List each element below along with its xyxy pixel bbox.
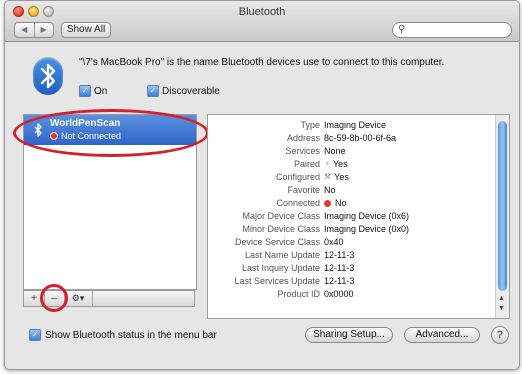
detail-value-text: Yes xyxy=(333,159,348,169)
detail-label: Device Service Class xyxy=(234,237,320,247)
detail-value: 0x0000 xyxy=(324,288,354,300)
action-menu-button[interactable]: ⚙▾ xyxy=(64,291,93,306)
detail-label: Product ID xyxy=(277,289,320,299)
paired-icon: ♀ xyxy=(324,159,330,168)
detail-row: Major Device Class Imaging Device (0x6) xyxy=(208,210,496,222)
detail-row: Favorite No xyxy=(208,184,496,196)
detail-row: Address 8c-59-8b-00-6f-6a xyxy=(208,132,496,144)
detail-value-text: 12-11-3 xyxy=(324,250,355,260)
detail-label: Connected xyxy=(276,198,320,208)
bluetooth-preferences-window: Bluetooth ◀ ▶ Show All ⚲ "\7's MacBook P… xyxy=(4,0,520,370)
detail-row: Configured ⚒ Yes xyxy=(208,171,496,183)
detail-value: Imaging Device xyxy=(324,119,386,131)
back-forward-control: ◀ ▶ xyxy=(14,22,54,38)
detail-row: Last Name Update 12-11-3 xyxy=(208,249,496,261)
show-menu-status-label: Show Bluetooth status in the menu bar xyxy=(45,329,217,341)
detail-row: Device Service Class 0x40 xyxy=(208,236,496,248)
advanced-button[interactable]: Advanced... xyxy=(404,327,480,343)
detail-row: Last Inquiry Update 12-11-3 xyxy=(208,262,496,274)
detail-value-text: 0x0000 xyxy=(324,289,354,299)
detail-label: Services xyxy=(285,146,320,156)
scrollbar-thumb[interactable] xyxy=(498,121,507,291)
sharing-setup-button[interactable]: Sharing Setup... xyxy=(305,327,393,343)
detail-value-text: 12-11-3 xyxy=(324,263,355,273)
title-bar: Bluetooth ◀ ▶ Show All ⚲ xyxy=(5,1,519,42)
show-all-button[interactable]: Show All xyxy=(61,22,111,38)
detail-label: Paired xyxy=(293,159,320,169)
detail-value: Imaging Device (0x6) xyxy=(324,210,409,222)
configured-icon: ⚒ xyxy=(324,172,332,181)
detail-label: Last Name Update xyxy=(244,250,320,260)
magnifier-icon: ⚲ xyxy=(398,24,406,35)
checkmark-icon: ✓ xyxy=(147,85,159,97)
annotation-circle xyxy=(40,284,68,312)
detail-row: Type Imaging Device xyxy=(208,119,496,131)
back-button[interactable]: ◀ xyxy=(15,23,35,37)
discoverable-label: Discoverable xyxy=(162,85,220,97)
on-label: On xyxy=(94,85,108,97)
on-checkbox[interactable]: ✓ On xyxy=(79,85,107,97)
detail-row: Services None xyxy=(208,145,496,157)
forward-button[interactable]: ▶ xyxy=(35,23,54,37)
detail-value: 12-11-3 xyxy=(324,262,354,274)
red-dot-icon xyxy=(324,199,331,207)
detail-value-text: 12-11-3 xyxy=(324,276,355,286)
detail-value-text: Imaging Device (0x6) xyxy=(324,211,410,221)
detail-row: Connected No xyxy=(208,197,496,209)
annotation-ellipse xyxy=(13,109,209,157)
detail-label: Minor Device Class xyxy=(242,224,320,234)
detail-row: Product ID 0x0000 xyxy=(208,288,496,300)
detail-value: ⚒ Yes xyxy=(324,171,349,183)
detail-label: Type xyxy=(300,120,320,130)
detail-value-text: 0x40 xyxy=(324,237,344,247)
detail-label: Last Services Update xyxy=(234,276,320,286)
detail-value-text: None xyxy=(324,146,346,156)
discoverable-checkbox[interactable]: ✓ Discoverable xyxy=(147,85,220,97)
detail-row: Paired ♀ Yes xyxy=(208,158,496,170)
detail-label: Major Device Class xyxy=(242,211,320,221)
search-field[interactable]: ⚲ xyxy=(392,22,512,38)
detail-value-text: Imaging Device xyxy=(324,120,387,130)
detail-row: Last Services Update 12-11-3 xyxy=(208,275,496,287)
checkmark-icon: ✓ xyxy=(29,329,41,341)
detail-value: Imaging Device (0x0) xyxy=(324,223,409,235)
detail-value-text: No xyxy=(324,185,336,195)
device-details-panel: Type Imaging Device Address 8c-59-8b-00-6f-… xyxy=(207,114,510,319)
detail-value: 12-11-3 xyxy=(324,249,354,261)
detail-value-text: No xyxy=(335,198,347,208)
scroll-down-arrow-icon[interactable]: ▼ xyxy=(498,305,505,312)
detail-value-text: 8c-59-8b-00-6f-6a xyxy=(324,133,397,143)
computer-name-info: "\7's MacBook Pro" is the name Bluetooth… xyxy=(79,57,445,68)
window-title: Bluetooth xyxy=(238,6,286,18)
detail-value-text: Yes xyxy=(334,172,349,182)
detail-label: Address xyxy=(286,133,320,143)
detail-value: None xyxy=(324,145,346,157)
detail-value: ♀ Yes xyxy=(324,158,348,170)
detail-value: No xyxy=(324,184,336,196)
detail-value: No xyxy=(324,197,347,209)
show-menu-status-checkbox[interactable]: ✓ Show Bluetooth status in the menu bar xyxy=(29,329,217,341)
details-scrollbar[interactable]: ▲ ▼ xyxy=(495,115,509,318)
detail-label: Favorite xyxy=(287,185,320,195)
checkmark-icon: ✓ xyxy=(79,85,91,97)
help-button[interactable]: ? xyxy=(491,326,509,344)
detail-value: 0x40 xyxy=(324,236,344,248)
bluetooth-logo-icon xyxy=(33,57,63,95)
detail-label: Configured xyxy=(275,172,320,182)
detail-row: Minor Device Class Imaging Device (0x0) xyxy=(208,223,496,235)
detail-label: Last Inquiry Update xyxy=(241,263,320,273)
detail-value-text: Imaging Device (0x0) xyxy=(324,224,410,234)
detail-value: 8c-59-8b-00-6f-6a xyxy=(324,132,396,144)
detail-value: 12-11-3 xyxy=(324,275,354,287)
scroll-up-arrow-icon[interactable]: ▲ xyxy=(498,295,505,302)
